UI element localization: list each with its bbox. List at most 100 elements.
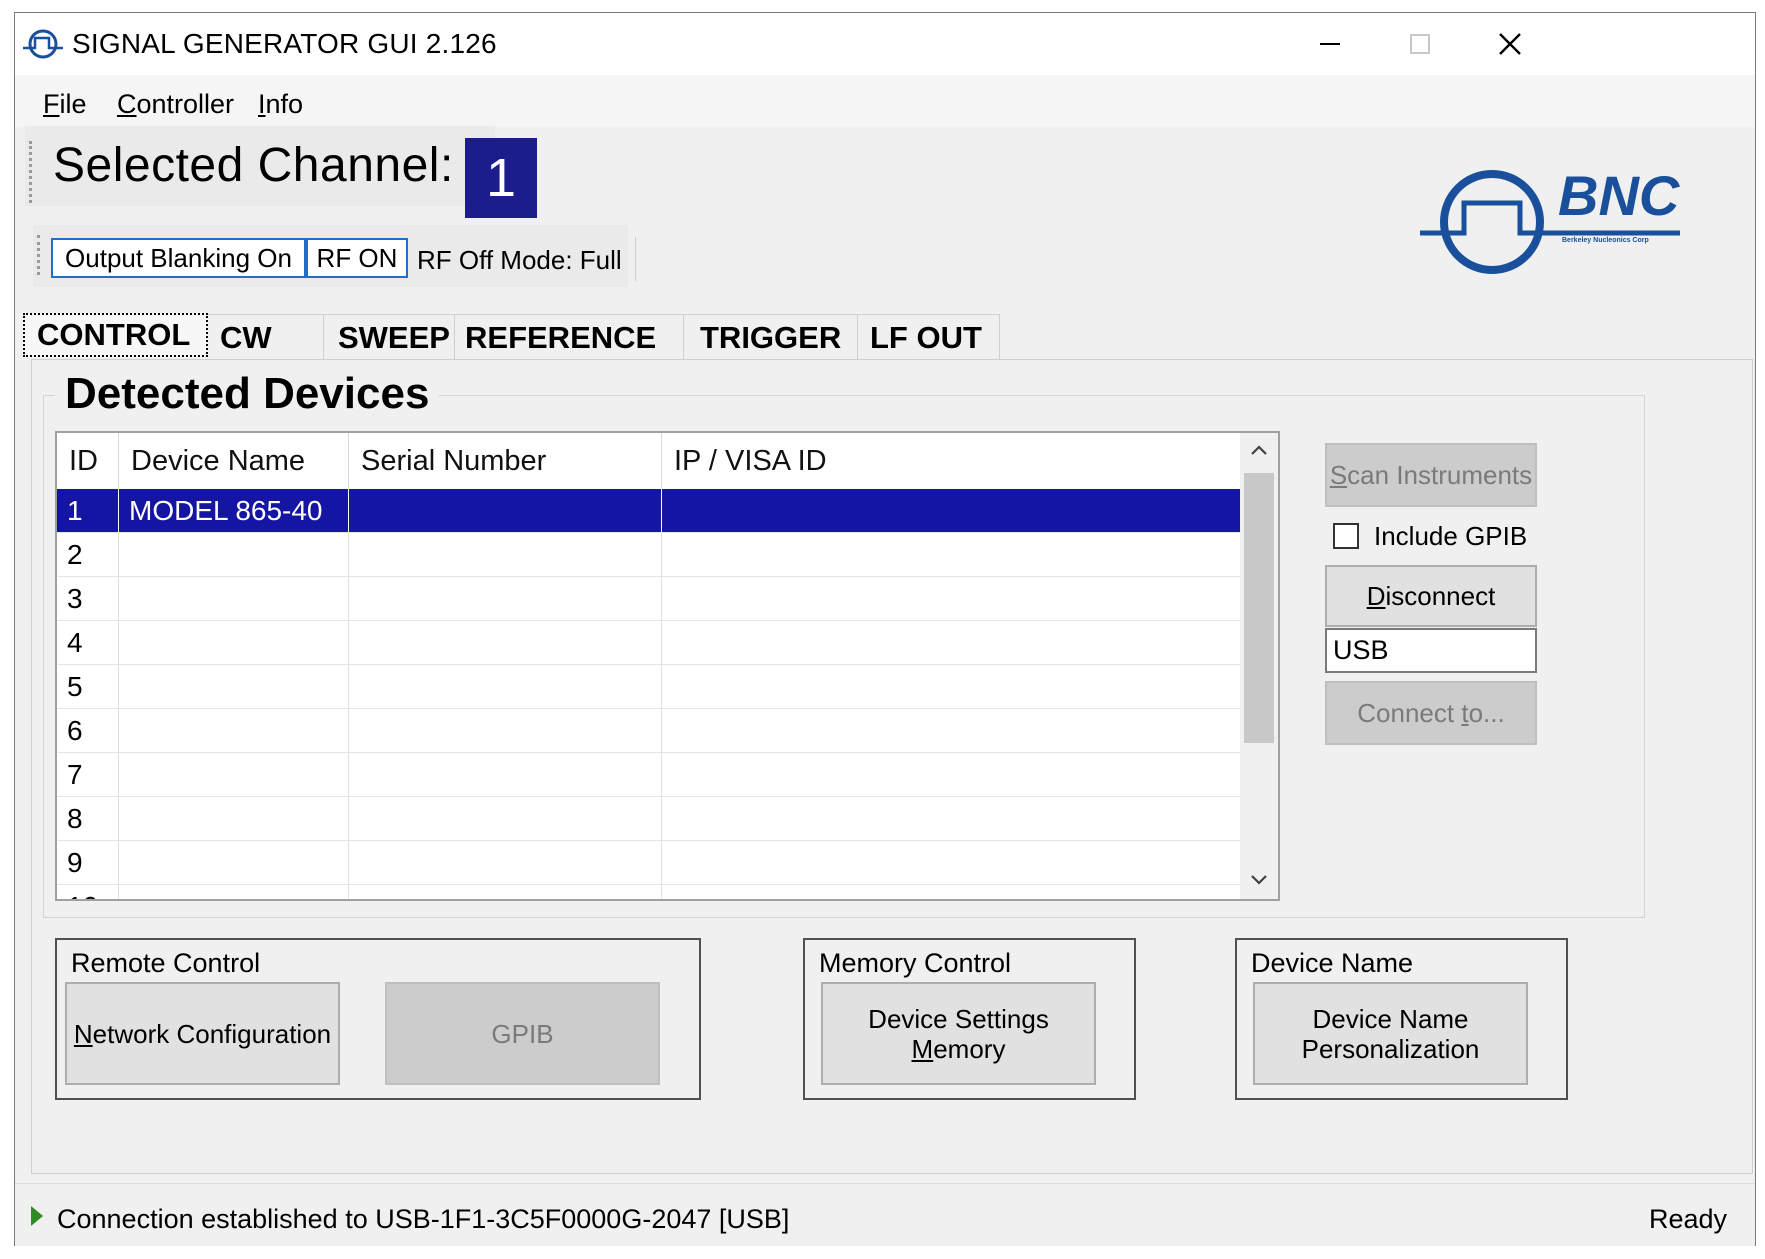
table-row[interactable]: 8 (57, 797, 1243, 841)
play-status-icon (31, 1206, 43, 1226)
scrollbar-thumb[interactable] (1244, 473, 1274, 743)
include-gpib-label: Include GPIB (1374, 521, 1528, 551)
cell-ip-visa-id (662, 533, 1243, 577)
cell-serial-number (349, 489, 662, 533)
table-row[interactable]: 7 (57, 753, 1243, 797)
cell-serial-number (349, 709, 662, 753)
cell-device-name (119, 885, 349, 899)
cell-device-name (119, 577, 349, 621)
cell-serial-number (349, 753, 662, 797)
table-row[interactable]: 5 (57, 665, 1243, 709)
status-toolbar-grip[interactable] (37, 235, 43, 275)
close-icon (1499, 33, 1521, 55)
chevron-up-icon[interactable] (1250, 443, 1268, 457)
disconnect-button[interactable]: Disconnect (1325, 565, 1537, 627)
cell-ip-visa-id (662, 621, 1243, 665)
cell-id: 4 (57, 621, 119, 665)
tab-lf-out[interactable]: LF OUT (858, 314, 1000, 360)
table-row[interactable]: 4 (57, 621, 1243, 665)
device-settings-memory-button[interactable]: Device Settings Memory (821, 982, 1096, 1085)
table-row[interactable]: 2 (57, 533, 1243, 577)
connection-type-field[interactable]: USB (1325, 628, 1537, 673)
table-row[interactable]: 3 (57, 577, 1243, 621)
tab-reference[interactable]: REFERENCE (455, 314, 684, 360)
cell-id: 6 (57, 709, 119, 753)
tab-trigger[interactable]: TRIGGER (684, 314, 858, 360)
selected-channel-value[interactable]: 1 (465, 138, 537, 218)
cell-device-name (119, 709, 349, 753)
cell-id: 1 (57, 489, 119, 533)
minimize-button[interactable] (1280, 13, 1380, 75)
network-configuration-button[interactable]: Network Configuration (65, 982, 340, 1085)
cell-ip-visa-id (662, 577, 1243, 621)
bnc-logo-subtext: Berkeley Nucleonics Corp (1562, 237, 1649, 244)
cell-id: 7 (57, 753, 119, 797)
table-row[interactable]: 1 MODEL 865-40 (57, 489, 1243, 533)
scan-instruments-button[interactable]: Scan Instruments (1325, 443, 1537, 507)
cell-id: 5 (57, 665, 119, 709)
output-blanking-button[interactable]: Output Blanking On (51, 238, 306, 278)
column-header-device-name[interactable]: Device Name (119, 433, 349, 489)
bnc-logo: BNC Berkeley Nucleonics Corp (1420, 164, 1690, 280)
column-header-serial-number[interactable]: Serial Number (349, 433, 662, 489)
cell-serial-number (349, 577, 662, 621)
devices-table[interactable]: ID Device Name Serial Number IP / VISA I… (55, 431, 1280, 901)
cell-serial-number (349, 621, 662, 665)
cell-device-name (119, 841, 349, 885)
cell-serial-number (349, 533, 662, 577)
bnc-logo-text: BNC (1558, 164, 1680, 227)
close-button[interactable] (1460, 13, 1560, 75)
cell-device-name (119, 753, 349, 797)
column-header-ip-visa-id[interactable]: IP / VISA ID (662, 433, 1243, 489)
menu-controller[interactable]: Controller (117, 89, 234, 120)
menu-file[interactable]: File (43, 89, 87, 120)
cell-id: 9 (57, 841, 119, 885)
cell-serial-number (349, 841, 662, 885)
rf-off-mode-label: RF Off Mode: Full (417, 245, 622, 275)
status-ready: Ready (1648, 1204, 1727, 1234)
status-bar: Connection established to USB-1F1-3C5F00… (15, 1183, 1755, 1246)
menu-info[interactable]: Info (258, 89, 303, 120)
cell-serial-number (349, 885, 662, 899)
maximize-icon (1410, 34, 1430, 54)
minimize-icon (1320, 43, 1340, 45)
cell-ip-visa-id (662, 709, 1243, 753)
device-name-panel-title: Device Name (1251, 948, 1414, 978)
table-row[interactable]: 6 (57, 709, 1243, 753)
cell-ip-visa-id (662, 665, 1243, 709)
column-header-id[interactable]: ID (57, 433, 119, 489)
connect-to-button[interactable]: Connect to... (1325, 681, 1537, 745)
cell-ip-visa-id (662, 797, 1243, 841)
toolbar-separator (635, 237, 636, 281)
app-icon (21, 27, 65, 66)
title-bar: SIGNAL GENERATOR GUI 2.126 (15, 13, 1755, 75)
window-title: SIGNAL GENERATOR GUI 2.126 (72, 28, 497, 59)
tab-control[interactable]: CONTROL (23, 313, 208, 357)
cell-id: 3 (57, 577, 119, 621)
status-message: Connection established to USB-1F1-3C5F00… (57, 1204, 790, 1234)
cell-device-name: MODEL 865-40 (119, 489, 349, 533)
cell-serial-number (349, 665, 662, 709)
table-row[interactable]: 9 (57, 841, 1243, 885)
cell-ip-visa-id (662, 489, 1243, 533)
maximize-button[interactable] (1370, 13, 1470, 75)
cell-device-name (119, 797, 349, 841)
include-gpib-checkbox[interactable] (1333, 523, 1359, 549)
table-scrollbar[interactable] (1240, 433, 1278, 899)
device-name-personalization-button[interactable]: Device Name Personalization (1253, 982, 1528, 1085)
chevron-down-icon[interactable] (1250, 873, 1268, 887)
remote-control-title: Remote Control (71, 948, 261, 978)
memory-control-title: Memory Control (819, 948, 1012, 978)
cell-ip-visa-id (662, 885, 1243, 899)
cell-id: 10 (57, 885, 119, 899)
cell-device-name (119, 533, 349, 577)
toolbar-grip[interactable] (29, 141, 35, 203)
table-row[interactable]: 10 (57, 885, 1243, 899)
selected-channel-label: Selected Channel: (53, 139, 454, 192)
gpib-button[interactable]: GPIB (385, 982, 660, 1085)
tab-cw[interactable]: CW (208, 314, 324, 360)
cell-ip-visa-id (662, 753, 1243, 797)
rf-on-button[interactable]: RF ON (306, 238, 408, 278)
app-window: SIGNAL GENERATOR GUI 2.126 File Controll… (14, 12, 1756, 1246)
tab-sweep[interactable]: SWEEP (324, 314, 455, 360)
